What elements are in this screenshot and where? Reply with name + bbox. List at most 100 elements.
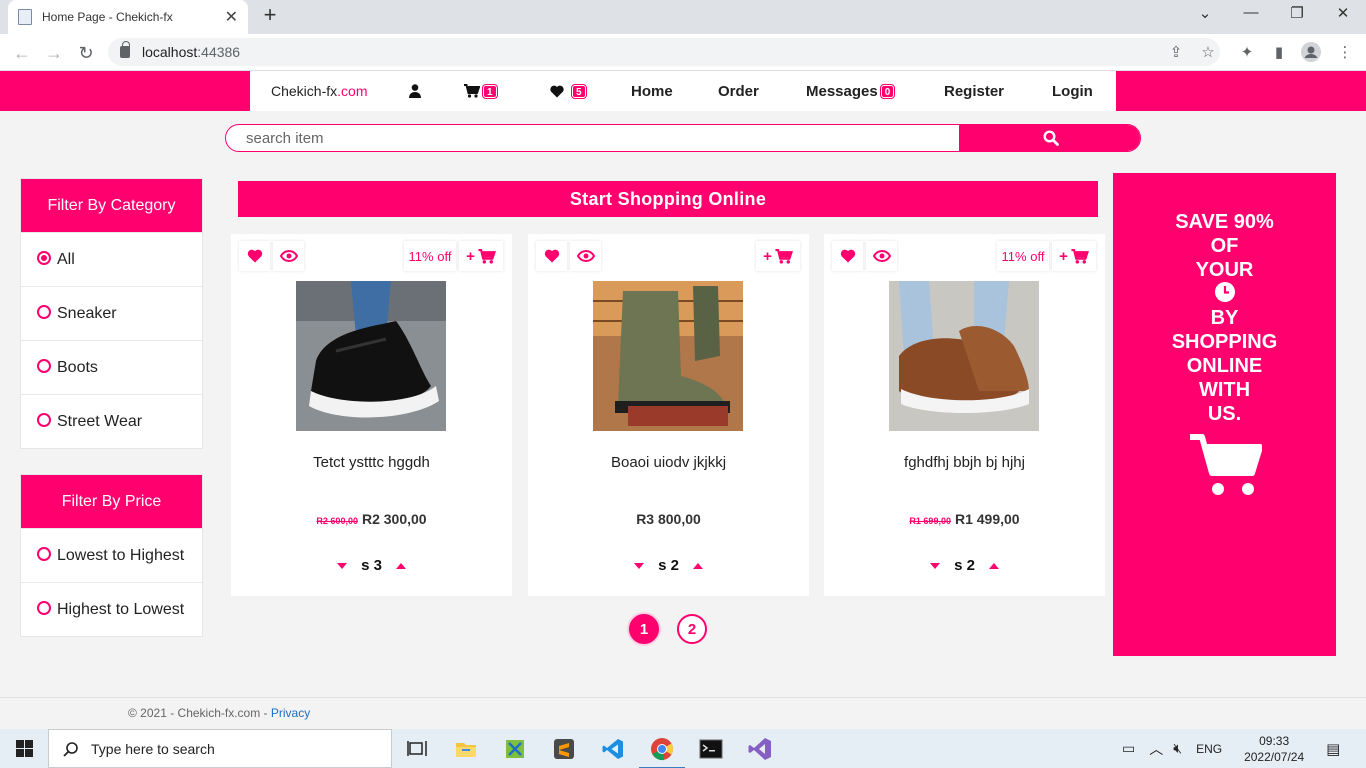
quick-view-button[interactable] xyxy=(866,241,897,271)
snipping-tool-icon[interactable] xyxy=(500,734,530,764)
visual-studio-icon[interactable] xyxy=(745,734,775,764)
chrome-icon[interactable] xyxy=(639,734,685,768)
nav-messages-link[interactable]: Messages 0 xyxy=(806,82,896,100)
product-price: R1 699,00 R1 499,00 xyxy=(824,511,1105,527)
chrome-menu-icon[interactable]: ⋮ xyxy=(1334,42,1356,64)
start-button[interactable] xyxy=(0,729,48,768)
terminal-icon[interactable] xyxy=(696,734,726,764)
promo-ad: SAVE 90% OF YOUR BY SHOPPING ONLINE WITH… xyxy=(1113,173,1336,656)
tablet-mode-icon[interactable]: ▭ xyxy=(1122,740,1135,757)
product-card: 11% off + Tetct ystttc hggdh R2 600,00 R2… xyxy=(231,234,512,596)
nav-order-link[interactable]: Order xyxy=(718,83,759,100)
close-window-button[interactable]: ✕ xyxy=(1320,4,1366,26)
ad-text: US. xyxy=(1207,403,1242,425)
add-sign: + xyxy=(1059,247,1068,265)
current-price: R3 800,00 xyxy=(636,511,701,527)
privacy-link[interactable]: Privacy xyxy=(271,706,310,720)
ad-text: SAVE 90% xyxy=(1175,211,1274,233)
profile-avatar-icon[interactable] xyxy=(1300,42,1322,64)
share-icon[interactable]: ⇪ xyxy=(1165,42,1187,64)
address-bar[interactable]: localhost:44386 xyxy=(108,38,1220,66)
size-increase-icon[interactable] xyxy=(988,562,999,569)
product-image[interactable] xyxy=(296,281,446,431)
page-2-button[interactable]: 2 xyxy=(677,614,707,644)
file-explorer-icon[interactable] xyxy=(451,734,481,764)
ad-text: YOUR xyxy=(1195,259,1254,281)
add-to-wishlist-button[interactable] xyxy=(832,241,863,271)
new-tab-button[interactable]: + xyxy=(258,4,282,28)
side-panel-icon[interactable]: ▮ xyxy=(1268,42,1290,64)
category-option-boots[interactable]: Boots xyxy=(21,340,202,394)
minimize-button[interactable]: — xyxy=(1228,4,1274,26)
browser-tab[interactable]: Home Page - Chekich-fx ✕ xyxy=(8,0,248,34)
search-button[interactable] xyxy=(959,125,1140,151)
price-option-low-high[interactable]: Lowest to Highest xyxy=(21,528,202,582)
size-increase-icon[interactable] xyxy=(395,562,406,569)
quick-view-button[interactable] xyxy=(570,241,601,271)
sublime-text-icon[interactable] xyxy=(549,734,579,764)
bookmark-star-icon[interactable]: ☆ xyxy=(1197,42,1219,64)
volume-muted-icon[interactable]: 🔇︎ xyxy=(1173,740,1182,757)
tab-close-button[interactable]: ✕ xyxy=(225,7,238,27)
original-price: R1 699,00 xyxy=(909,516,951,526)
brand-link[interactable]: Chekich-fx.com xyxy=(271,83,367,99)
category-option-street-wear[interactable]: Street Wear xyxy=(21,394,202,448)
brand-tld: .com xyxy=(337,83,368,99)
product-name[interactable]: fghdfhj bbjh bj hjhj xyxy=(824,454,1105,471)
clock[interactable]: 09:33 2022/07/24 xyxy=(1244,733,1304,765)
add-to-cart-button[interactable]: + xyxy=(1052,241,1096,271)
price-filter: Filter By Price Lowest to Highest Highes… xyxy=(20,474,203,637)
notifications-icon[interactable]: ▤ xyxy=(1326,740,1340,758)
language-indicator[interactable]: ENG xyxy=(1196,742,1222,756)
product-image[interactable] xyxy=(889,281,1039,431)
task-view-icon[interactable] xyxy=(402,734,432,764)
site-navbar: Chekich-fx.com 1 5 Home Order Messages 0… xyxy=(0,71,1366,111)
taskbar-search-box[interactable]: Type here to search xyxy=(48,729,392,768)
extensions-icon[interactable]: ✦ xyxy=(1236,42,1258,64)
copyright-text: © 2021 - Chekich-fx.com - xyxy=(128,706,271,720)
price-option-high-low[interactable]: Highest to Lowest xyxy=(21,582,202,636)
wishlist-link[interactable]: 5 xyxy=(550,83,587,99)
clock-time: 09:33 xyxy=(1259,733,1290,748)
forward-button[interactable]: → xyxy=(42,41,66,65)
category-option-sneaker[interactable]: Sneaker xyxy=(21,286,202,340)
size-increase-icon[interactable] xyxy=(692,562,703,569)
quick-view-button[interactable] xyxy=(273,241,304,271)
messages-label: Messages xyxy=(806,82,878,100)
search-input[interactable] xyxy=(226,125,959,151)
product-name[interactable]: Tetct ystttc hggdh xyxy=(231,454,512,471)
category-option-all[interactable]: All xyxy=(21,232,202,286)
nav-login-link[interactable]: Login xyxy=(1052,83,1093,100)
restore-button[interactable]: ❐ xyxy=(1274,4,1320,26)
cart-link[interactable]: 1 xyxy=(464,83,498,99)
search-icon xyxy=(63,741,78,757)
add-sign: + xyxy=(466,247,475,265)
size-selector: s 2 xyxy=(824,557,1105,574)
nav-home-link[interactable]: Home xyxy=(631,83,673,100)
eye-icon xyxy=(872,250,891,262)
size-decrease-icon[interactable] xyxy=(634,562,645,569)
size-decrease-icon[interactable] xyxy=(930,562,941,569)
shop-banner: Start Shopping Online xyxy=(238,181,1098,217)
product-name[interactable]: Boaoi uiodv jkjkkj xyxy=(528,454,809,471)
add-to-wishlist-button[interactable] xyxy=(239,241,270,271)
show-hidden-icons-icon[interactable]: ︿ xyxy=(1149,739,1163,759)
brand-name: Chekich-fx xyxy=(271,83,338,99)
add-to-cart-button[interactable]: + xyxy=(756,241,800,271)
nav-register-link[interactable]: Register xyxy=(944,83,1004,100)
heart-icon xyxy=(840,249,855,263)
account-link[interactable] xyxy=(409,84,421,98)
add-to-cart-button[interactable]: + xyxy=(459,241,503,271)
reload-button[interactable]: ↻ xyxy=(74,41,98,65)
clock-icon xyxy=(1113,282,1336,308)
add-to-wishlist-button[interactable] xyxy=(536,241,567,271)
cart-icon xyxy=(775,248,793,264)
user-icon xyxy=(409,84,421,98)
cart-icon xyxy=(1071,248,1089,264)
back-button[interactable]: ← xyxy=(10,41,34,65)
vscode-icon[interactable] xyxy=(598,734,628,764)
page-1-button[interactable]: 1 xyxy=(629,614,659,644)
product-image[interactable] xyxy=(593,281,743,431)
size-decrease-icon[interactable] xyxy=(337,562,348,569)
tab-search-icon[interactable]: ⌄ xyxy=(1182,4,1228,26)
